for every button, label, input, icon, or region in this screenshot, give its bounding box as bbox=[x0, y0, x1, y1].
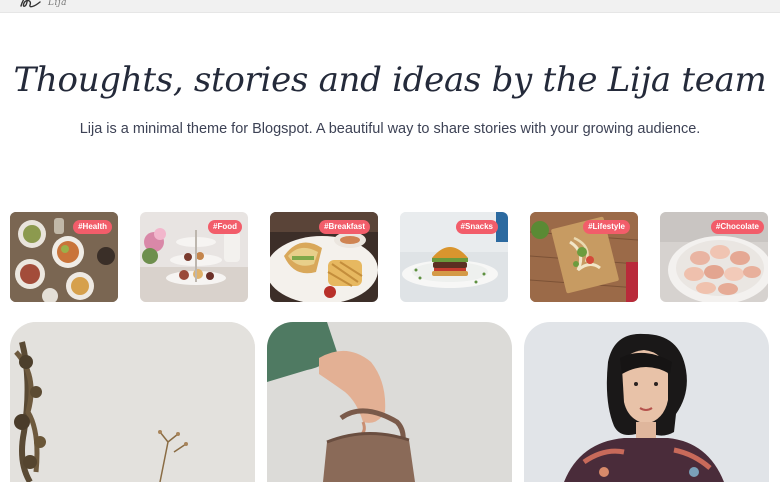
top-navigation-bar: Lija bbox=[0, 0, 780, 13]
hand-holding-kettle-image bbox=[267, 322, 512, 482]
woman-portrait-bob-hair-image bbox=[524, 322, 769, 482]
category-tag-health[interactable]: #Health bbox=[73, 220, 112, 234]
category-tag-food[interactable]: #Food bbox=[208, 220, 242, 234]
category-tag-breakfast[interactable]: #Breakfast bbox=[319, 220, 370, 234]
hero-subtitle: Lija is a minimal theme for Blogspot. A … bbox=[79, 121, 701, 137]
hero-title: Thoughts, stories and ideas by the Lija … bbox=[13, 60, 767, 100]
category-card-snacks[interactable]: #Snacks bbox=[400, 212, 508, 302]
category-tag-chocolate[interactable]: #Chocolate bbox=[710, 220, 764, 234]
dried-flowers-wall-image bbox=[10, 322, 255, 482]
site-logo-text[interactable]: Lija bbox=[48, 0, 67, 8]
category-card-chocolate[interactable]: #Chocolate bbox=[660, 212, 768, 302]
category-strip: #Health #Food #Breakfast #Snacks #Lifest… bbox=[10, 212, 770, 304]
signature-logo-icon[interactable] bbox=[18, 0, 44, 10]
category-tag-lifestyle[interactable]: #Lifestyle bbox=[583, 220, 630, 234]
post-grid bbox=[10, 322, 770, 482]
post-card-3[interactable] bbox=[524, 322, 769, 482]
category-card-lifestyle[interactable]: #Lifestyle bbox=[530, 212, 638, 302]
hero-section: Thoughts, stories and ideas by the Lija … bbox=[0, 60, 780, 140]
category-card-health[interactable]: #Health bbox=[10, 212, 118, 302]
category-tag-snacks[interactable]: #Snacks bbox=[455, 220, 498, 234]
post-card-2[interactable] bbox=[267, 322, 512, 482]
category-card-food[interactable]: #Food bbox=[140, 212, 248, 302]
post-card-1[interactable] bbox=[10, 322, 255, 482]
category-card-breakfast[interactable]: #Breakfast bbox=[270, 212, 378, 302]
